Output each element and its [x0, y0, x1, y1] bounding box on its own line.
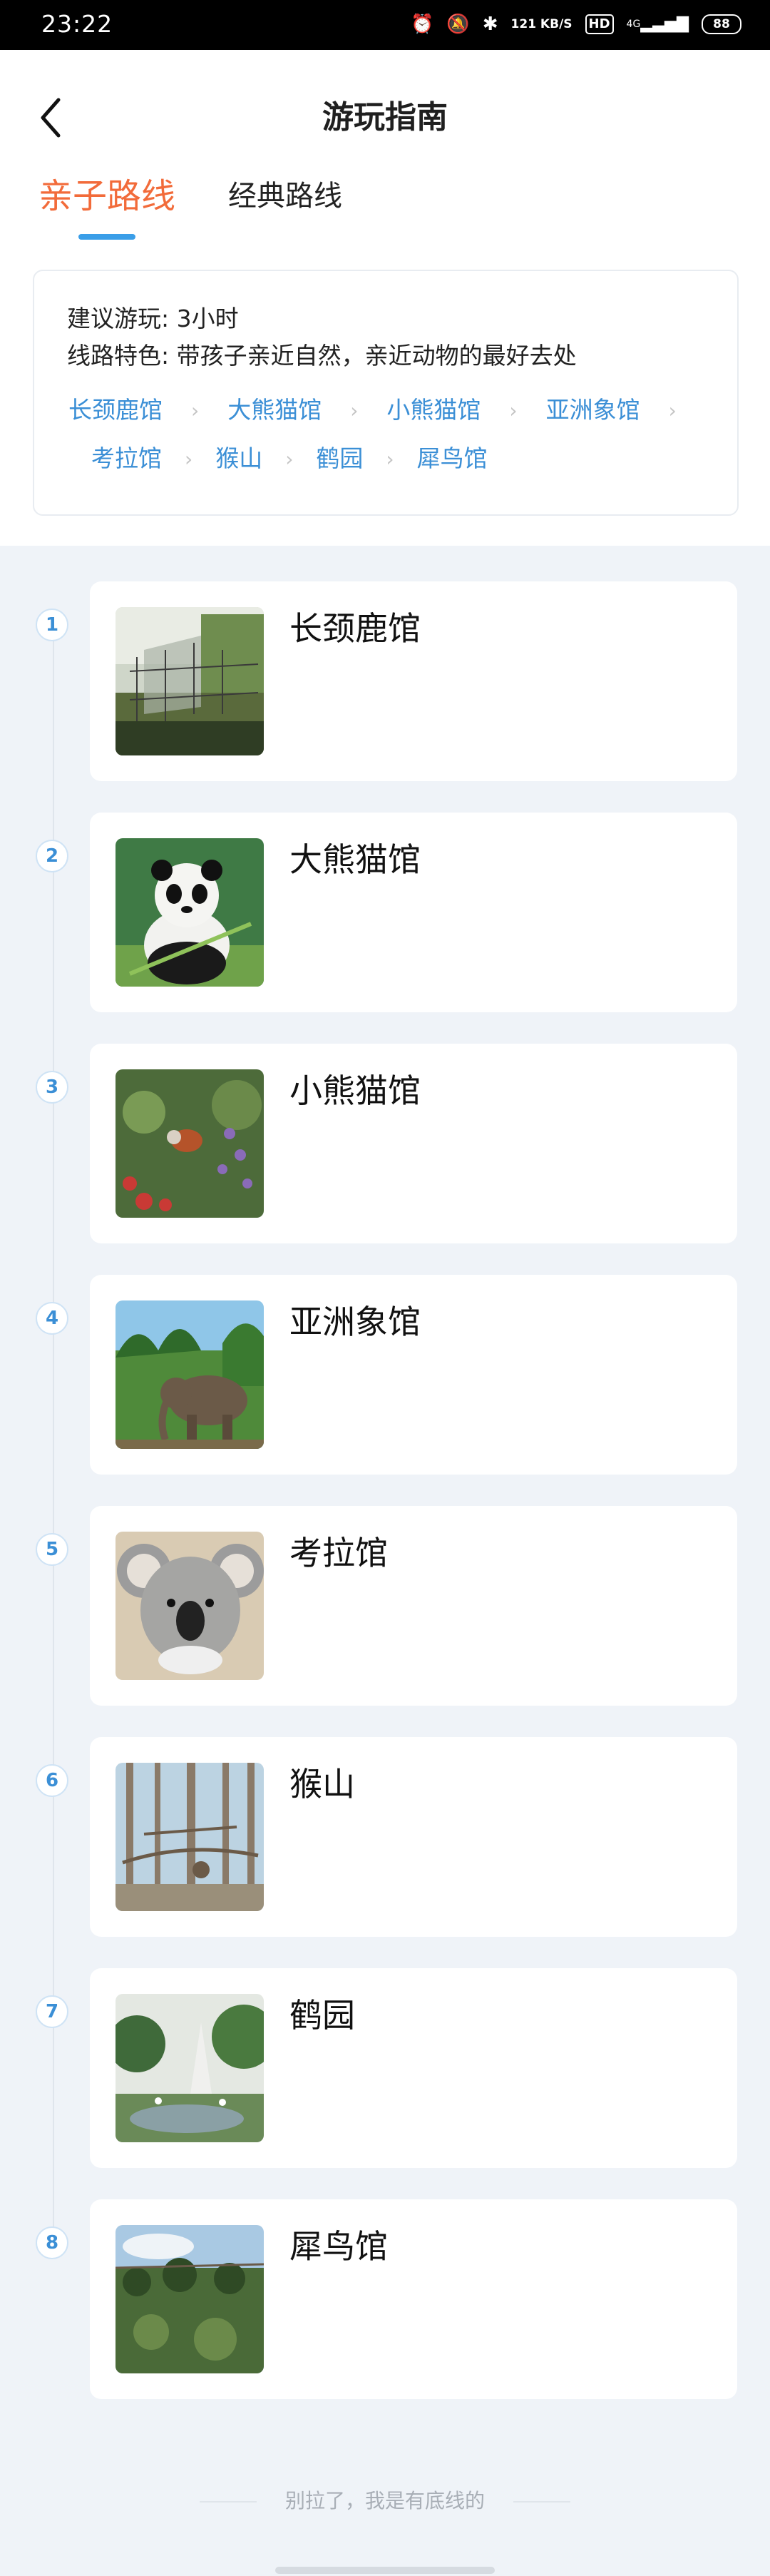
top-section: 游玩指南 亲子路线 经典路线 建议游玩: 3小时 线路特色: 带孩子亲近自然，亲…	[0, 50, 770, 546]
stop-card[interactable]: 考拉馆	[90, 1506, 737, 1706]
stop-name: 小熊猫馆	[289, 1071, 421, 1110]
stop-name: 犀鸟馆	[289, 2227, 388, 2266]
route-stop-link[interactable]: 犀鸟馆	[417, 442, 488, 475]
monkey-hill-image	[115, 1763, 264, 1911]
tab-family-route[interactable]: 亲子路线	[38, 175, 175, 218]
stop-name: 考拉馆	[289, 1534, 388, 1572]
chevron-right-icon: ›	[191, 398, 200, 422]
page-title: 游玩指南	[322, 99, 448, 136]
route-stop-link[interactable]: 鹤园	[316, 442, 363, 475]
alarm-icon: ⏰	[410, 14, 434, 35]
hornbill-aviary-image	[115, 2225, 264, 2373]
active-tab-indicator	[78, 234, 135, 240]
mute-icon: 🔕	[446, 14, 470, 35]
list-item: 2 大熊猫馆	[0, 813, 770, 1012]
step-number-badge: 8	[36, 2226, 68, 2259]
route-stop-link[interactable]: 大熊猫馆	[227, 394, 322, 427]
route-overview-row-2: 考拉馆 › 猴山 › 鹤园 › 犀鸟馆	[91, 442, 723, 475]
asian-elephant-image	[115, 1300, 264, 1449]
route-summary-card: 建议游玩: 3小时 线路特色: 带孩子亲近自然，亲近动物的最好去处 长颈鹿馆 ›…	[33, 270, 739, 516]
route-stop-link[interactable]: 长颈鹿馆	[68, 394, 163, 427]
network-type: 4G	[626, 19, 641, 30]
hd-badge: HD	[585, 14, 614, 34]
list-item: 8 犀鸟馆	[0, 2199, 770, 2399]
battery-icon: 88	[702, 14, 741, 34]
step-number-badge: 1	[36, 609, 68, 641]
status-bar: 23:22 ⏰ 🔕 ✱ 121 KB/S HD 4G▂▃▅▇ 88	[0, 0, 770, 50]
signal-icon: 4G▂▃▅▇	[626, 15, 689, 33]
route-overview-row-1: 长颈鹿馆 › 大熊猫馆 › 小熊猫馆 › 亚洲象馆 ›	[68, 394, 723, 427]
stop-name: 猴山	[289, 1765, 355, 1803]
stop-name: 长颈鹿馆	[289, 609, 421, 648]
stop-card[interactable]: 猴山	[90, 1737, 737, 1937]
stop-name: 亚洲象馆	[289, 1303, 421, 1341]
step-number-badge: 3	[36, 1071, 68, 1104]
chevron-right-icon: ›	[285, 447, 294, 471]
koala-image	[115, 1532, 264, 1680]
suggested-duration: 建议游玩: 3小时	[67, 305, 239, 332]
stop-card[interactable]: 犀鸟馆	[90, 2199, 737, 2399]
list-item: 1 长颈鹿馆	[0, 581, 770, 781]
list-end-footer: 别拉了，我是有底线的	[0, 2487, 770, 2515]
red-panda-image	[115, 1069, 264, 1218]
stop-name: 大熊猫馆	[289, 840, 421, 879]
route-stop-link[interactable]: 小熊猫馆	[386, 394, 481, 427]
giant-panda-image	[115, 838, 264, 987]
chevron-right-icon: ›	[350, 398, 359, 422]
route-stop-link[interactable]: 亚洲象馆	[546, 394, 640, 427]
home-indicator[interactable]	[275, 2567, 495, 2574]
list-item: 3 小熊猫馆	[0, 1044, 770, 1243]
chevron-right-icon: ›	[509, 398, 518, 422]
stop-card[interactable]: 小熊猫馆	[90, 1044, 737, 1243]
stop-card[interactable]: 鹤园	[90, 1968, 737, 2168]
step-number-badge: 5	[36, 1533, 68, 1566]
stop-card[interactable]: 长颈鹿馆	[90, 581, 737, 781]
crane-garden-image	[115, 1994, 264, 2142]
stop-card[interactable]: 亚洲象馆	[90, 1275, 737, 1475]
route-feature: 线路特色: 带孩子亲近自然，亲近动物的最好去处	[67, 342, 577, 370]
chevron-right-icon: ›	[386, 447, 394, 471]
footer-divider-right	[513, 2501, 570, 2503]
network-speed: 121 KB/S	[510, 16, 573, 31]
stop-card[interactable]: 大熊猫馆	[90, 813, 737, 1012]
status-icons: ⏰ 🔕 ✱ 121 KB/S HD 4G▂▃▅▇ 88	[411, 11, 741, 37]
chevron-right-icon: ›	[668, 398, 677, 422]
step-number-badge: 6	[36, 1764, 68, 1797]
tab-classic-route[interactable]: 经典路线	[228, 175, 342, 218]
route-stop-link[interactable]: 考拉馆	[91, 442, 162, 475]
footer-text: 别拉了，我是有底线的	[284, 2489, 485, 2513]
list-item: 5 考拉馆	[0, 1506, 770, 1706]
stop-name: 鹤园	[289, 1996, 355, 2035]
list-item: 4 亚洲象馆	[0, 1275, 770, 1475]
list-item: 6 猴山	[0, 1737, 770, 1937]
list-item: 7 鹤园	[0, 1968, 770, 2168]
step-number-badge: 4	[36, 1302, 68, 1335]
giraffe-enclosure-image	[115, 607, 264, 755]
step-number-badge: 2	[36, 840, 68, 872]
route-stop-link[interactable]: 猴山	[215, 442, 262, 475]
bluetooth-icon: ✱	[482, 14, 498, 35]
chevron-right-icon: ›	[185, 447, 193, 471]
status-time: 23:22	[41, 10, 113, 38]
step-number-badge: 7	[36, 1995, 68, 2028]
